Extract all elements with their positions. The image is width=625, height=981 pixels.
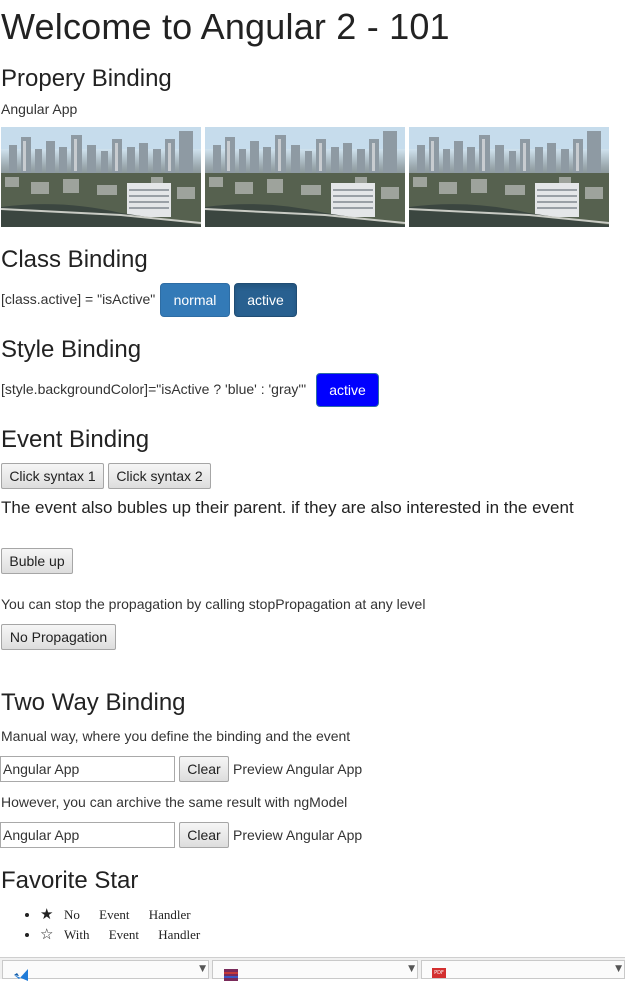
favorite-star-heading: Favorite Star (1, 867, 139, 894)
ngmodel-text: However, you can archive the same result… (1, 794, 348, 810)
taskbar-item-winrar[interactable]: ▼ (212, 960, 418, 981)
manual-preview-text: Preview Angular App (233, 761, 363, 777)
manual-clear-button[interactable]: Clear (179, 756, 229, 782)
stop-propagation-text: You can stop the propagation by calling … (1, 596, 426, 612)
two-way-binding-heading: Two Way Binding (1, 689, 186, 716)
pdf-icon: PDF (432, 968, 446, 978)
favorite-star-list: ★ No Event Handler ☆ With Event Handler (22, 904, 200, 944)
chevron-down-icon[interactable]: ▼ (615, 964, 622, 974)
manual-way-text: Manual way, where you define the binding… (1, 728, 351, 744)
taskbar-item-vscode[interactable]: ▼ (2, 960, 209, 981)
event-binding-heading: Event Binding (1, 426, 150, 453)
normal-button[interactable]: normal (160, 283, 230, 317)
active-button[interactable]: active (234, 283, 297, 317)
class-binding-heading: Class Binding (1, 246, 148, 273)
ngmodel-input[interactable]: Angular App (0, 822, 175, 848)
buble-up-button[interactable]: Buble up (1, 548, 73, 574)
star-outline-icon[interactable]: ☆ (40, 924, 54, 944)
winrar-icon (224, 969, 238, 981)
property-binding-heading: Propery Binding (1, 65, 172, 92)
list-item: ★ No Event Handler (40, 904, 200, 924)
ngmodel-clear-button[interactable]: Clear (179, 822, 229, 848)
vscode-icon (14, 969, 28, 981)
chevron-down-icon[interactable]: ▼ (199, 964, 206, 974)
city-image-2 (205, 127, 405, 227)
click-syntax-2-button[interactable]: Click syntax 2 (108, 463, 211, 489)
chevron-down-icon[interactable]: ▼ (408, 964, 415, 974)
class-binding-expression: [class.active] = "isActive" (1, 291, 156, 307)
manual-binding-input[interactable]: Angular App (0, 756, 175, 782)
ngmodel-preview-text: Preview Angular App (233, 827, 363, 843)
star-filled-icon[interactable]: ★ (40, 904, 54, 924)
star-item-label: No Event Handler (64, 907, 191, 922)
property-binding-text: Angular App (1, 101, 78, 117)
list-item: ☆ With Event Handler (40, 924, 200, 944)
taskbar-item-pdf[interactable]: PDF ▼ (421, 960, 625, 979)
bubble-description: The event also bubles up their parent. i… (1, 498, 574, 517)
style-binding-heading: Style Binding (1, 336, 142, 363)
city-image-3 (409, 127, 609, 227)
no-propagation-button[interactable]: No Propagation (1, 624, 116, 650)
click-syntax-1-button[interactable]: Click syntax 1 (1, 463, 104, 489)
star-item-label: With Event Handler (64, 927, 201, 942)
page-title: Welcome to Angular 2 - 101 (1, 6, 450, 47)
style-active-button[interactable]: active (316, 373, 379, 407)
city-image-1 (1, 127, 201, 227)
style-binding-expression: [style.backgroundColor]="isActive ? 'blu… (1, 381, 307, 397)
taskbar: ▼ ▼ PDF ▼ (0, 957, 625, 981)
